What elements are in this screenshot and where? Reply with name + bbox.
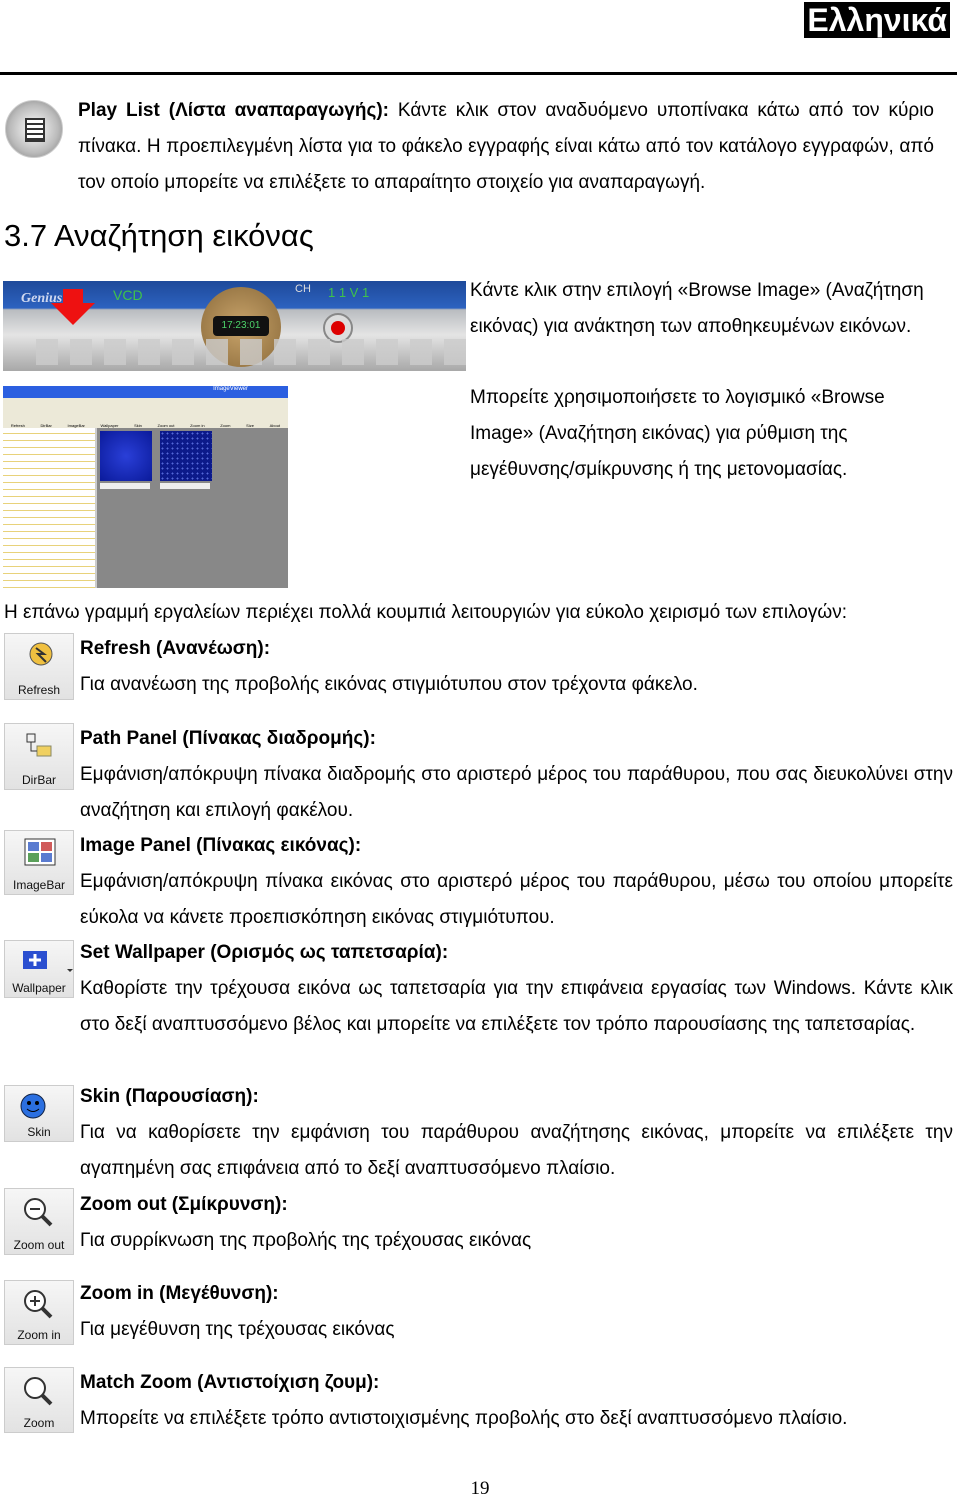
viewer-toolbar-item: Zoom in: [190, 423, 205, 428]
toolbar-item-description: Skin (Παρουσίαση): Για να καθορίσετε την …: [80, 1079, 953, 1187]
item-title: Set Wallpaper (Ορισμός ως ταπετσαρία):: [80, 942, 449, 963]
item-text: Για να καθορίσετε την εμφάνιση του παράθ…: [80, 1122, 953, 1179]
imagebar-icon: ImageBar: [4, 830, 74, 895]
item-text: Καθορίστε την τρέχουσα εικόνα ως ταπετσα…: [80, 978, 953, 1035]
zoom-in-icon: Zoom in: [4, 1280, 74, 1345]
icon-label: Zoom in: [17, 1328, 61, 1342]
toolbar-item-description: Image Panel (Πίνακας εικόνας): Εμφάνιση/α…: [80, 828, 953, 936]
player-channel: CH: [295, 283, 311, 295]
wallpaper-icon: Wallpaper: [4, 940, 74, 998]
icon-label: DirBar: [21, 773, 56, 787]
icon-label: Zoom out: [13, 1238, 65, 1252]
playlist-title: Play List (Λίστα αναπαραγωγής):: [78, 100, 389, 121]
red-arrow-icon: [51, 303, 95, 325]
item-text: Για μεγέθυνση της τρέχουσας εικόνας: [80, 1319, 395, 1340]
page-number: 19: [470, 1478, 490, 1499]
player-time: 17:23:01: [213, 316, 269, 336]
item-title: Match Zoom (Αντιστοίχιση ζουμ):: [80, 1372, 380, 1393]
viewer-toolbar-item: Skin: [134, 423, 142, 428]
refresh-icon: Refresh: [4, 633, 74, 700]
document-page: Ελληνικά Play List (Λίστα αναπαραγωγής):…: [0, 0, 960, 1499]
player-display: 1 1 V 1: [328, 285, 370, 300]
item-text: Για ανανέωση της προβολής εικόνας στιγμι…: [80, 674, 698, 695]
section-heading: 3.7 Αναζήτηση εικόνας: [4, 218, 314, 253]
item-text: Εμφάνιση/απόκρυψη πίνακα εικόνας στο αρι…: [80, 871, 953, 928]
playlist-icon: [5, 100, 63, 158]
icon-label: Wallpaper: [12, 981, 66, 995]
browse-description: Μπορείτε χρησιμοποιήσετε το λογισμικό «B…: [470, 387, 885, 480]
toolbar-item-description: Match Zoom (Αντιστοίχιση ζουμ): Μπορείτε …: [80, 1365, 953, 1437]
item-title: Zoom in (Μεγέθυνση):: [80, 1283, 279, 1304]
item-title: Zoom out (Σμίκρυνση):: [80, 1194, 288, 1215]
skin-icon: Skin: [4, 1085, 74, 1142]
viewer-title: ImageViewer: [3, 386, 288, 398]
image-viewer-screenshot: ImageViewer Refresh DirBar ImageBar Wallpap…: [3, 386, 288, 588]
browse-instruction: Κάντε κλικ στην επιλογή «Browse Image» (…: [470, 280, 924, 337]
playlist-paragraph: Play List (Λίστα αναπαραγωγής): Κάντε κλ…: [78, 93, 934, 201]
toolbar-item-description: Zoom out (Σμίκρυνση): Για συρρίκνωση της …: [80, 1187, 953, 1259]
item-title: Skin (Παρουσίαση):: [80, 1086, 259, 1107]
match-zoom-icon: Zoom: [4, 1367, 74, 1433]
item-text: Μπορείτε να επιλέξετε τρόπο αντιστοιχισμ…: [80, 1408, 848, 1429]
icon-label: ImageBar: [12, 878, 66, 892]
item-title: Image Panel (Πίνακας εικόνας):: [80, 835, 362, 856]
header-rule: [0, 72, 957, 75]
viewer-toolbar-item: About: [269, 423, 281, 428]
zoom-out-icon: Zoom out: [4, 1188, 74, 1255]
toolbar-item-description: Zoom in (Μεγέθυνση): Για μεγέθυνση της τρ…: [80, 1276, 953, 1348]
item-title: Path Panel (Πίνακας διαδρομής):: [80, 728, 376, 749]
icon-label: Zoom: [23, 1416, 55, 1430]
icon-label: Skin: [27, 1125, 51, 1139]
player-screenshot: Genius VCD CH 1 1 V 1 17:23:01: [3, 281, 466, 371]
toolbar-intro: Η επάνω γραμμή εργαλείων περιέχει πολλά …: [4, 602, 847, 623]
toolbar-item-description: Refresh (Ανανέωση): Για ανανέωση της προβ…: [80, 631, 953, 703]
icon-label: Refresh: [17, 683, 61, 697]
viewer-toolbar-item: Wallpaper: [100, 423, 119, 428]
viewer-toolbar-item: Zoom out: [157, 423, 175, 428]
player-mode: VCD: [113, 287, 143, 303]
item-title: Refresh (Ανανέωση):: [80, 638, 271, 659]
toolbar-item-description: Set Wallpaper (Ορισμός ως ταπετσαρία): Κα…: [80, 935, 953, 1043]
item-text: Για συρρίκνωση της προβολής της τρέχουσα…: [80, 1230, 532, 1251]
dirbar-icon: DirBar: [4, 723, 74, 790]
language-label: Ελληνικά: [804, 2, 950, 38]
viewer-toolbar-item: Size: [246, 423, 254, 428]
item-text: Εμφάνιση/απόκρυψη πίνακα διαδρομής στο α…: [80, 764, 953, 821]
toolbar-item-description: Path Panel (Πίνακας διαδρομής): Εμφάνιση/…: [80, 721, 953, 829]
viewer-toolbar-item: Zoom: [220, 423, 231, 428]
